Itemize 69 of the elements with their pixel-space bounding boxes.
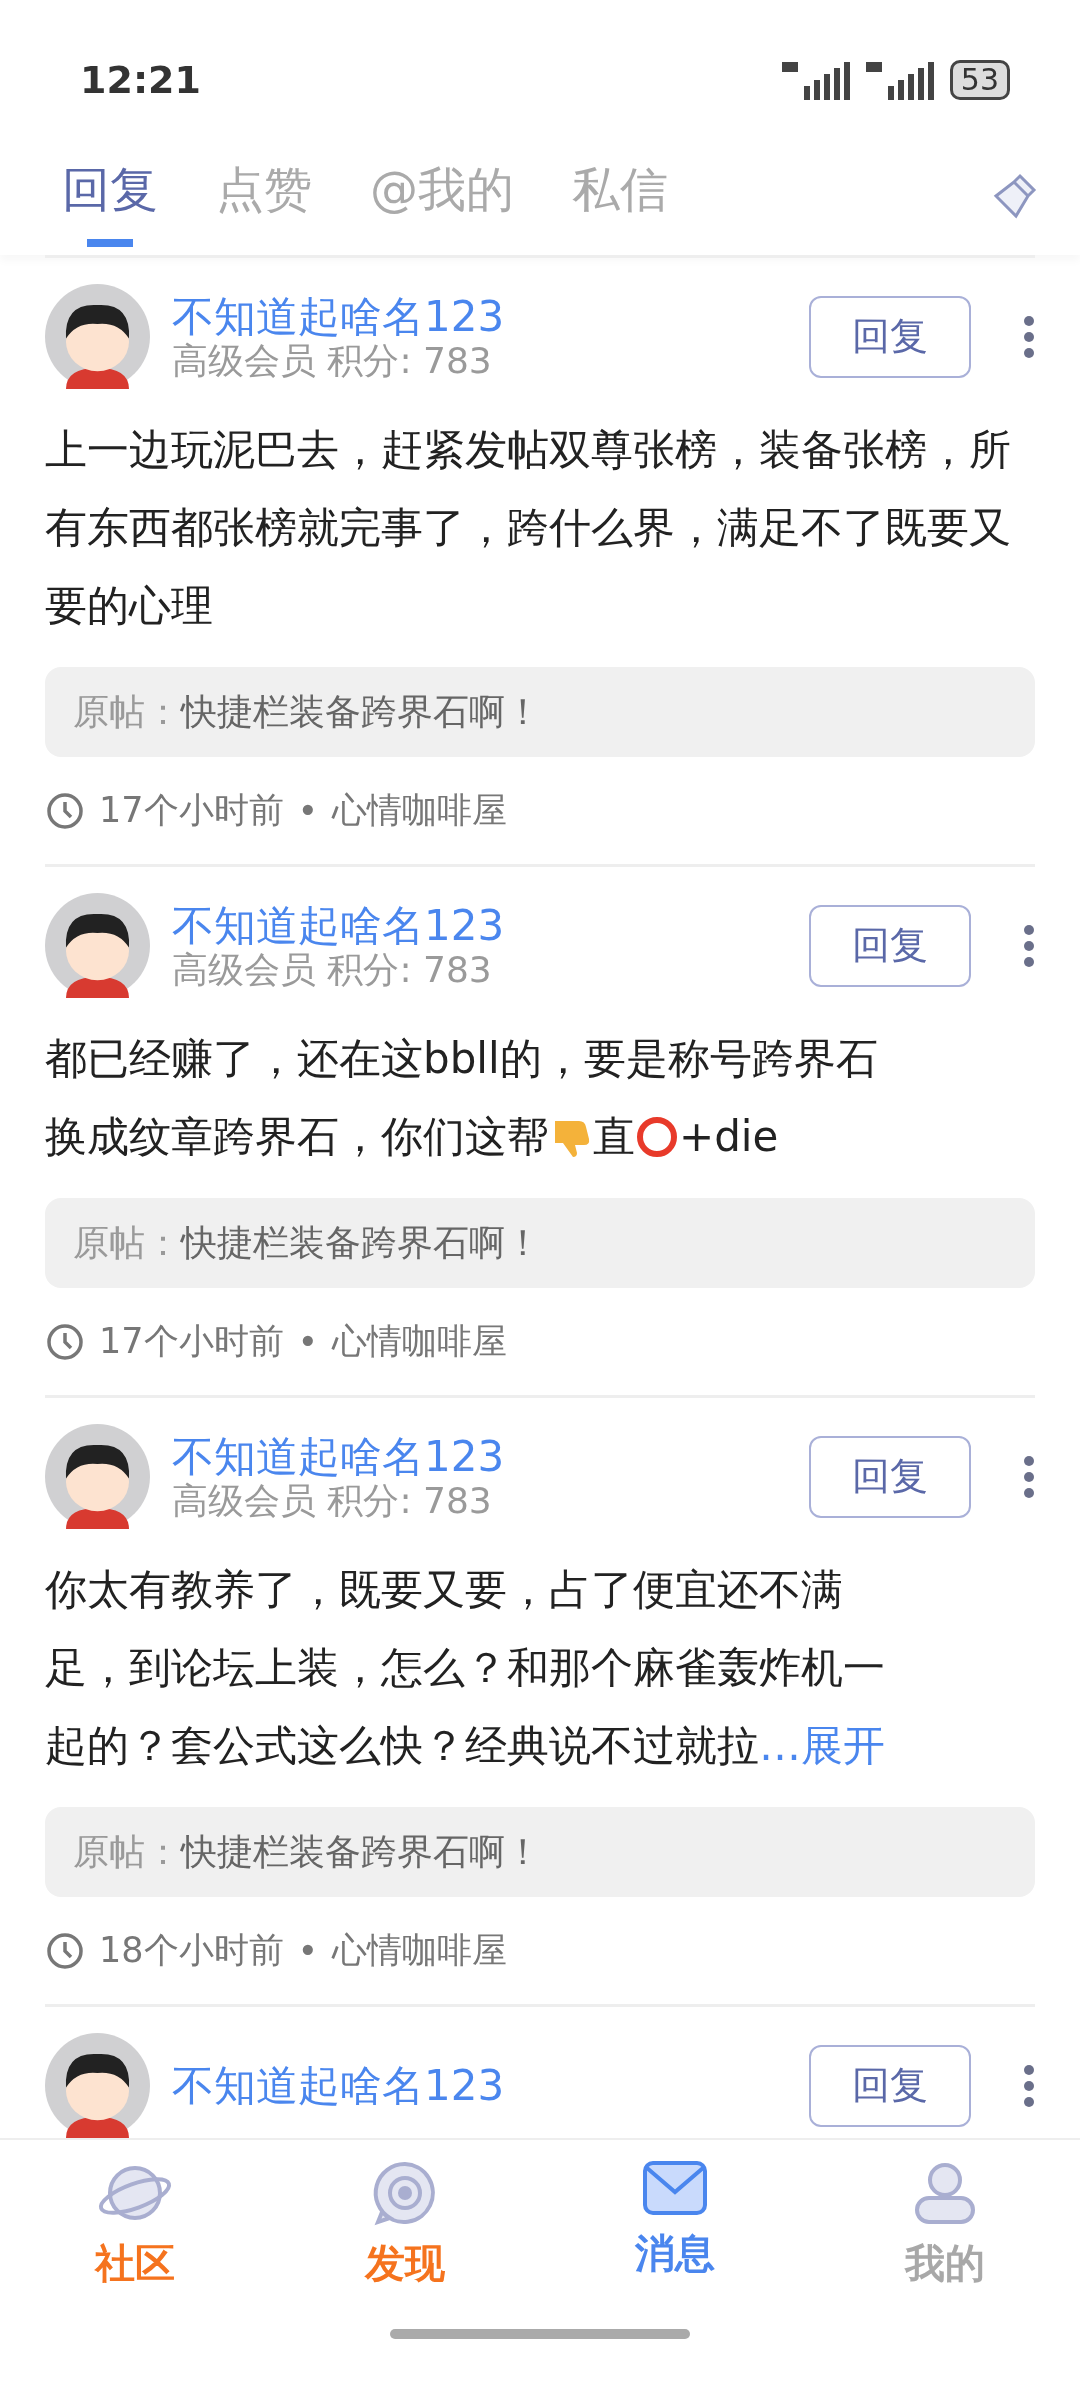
original-post-quote[interactable]: 原帖：快捷栏装备跨界石啊！ [45,667,1035,757]
clock-icon [45,1321,85,1362]
avatar-icon [45,2033,150,2138]
quote-title: 快捷栏装备跨界石啊！ [181,689,541,734]
quote-title: 快捷栏装备跨界石啊！ [181,1829,541,1874]
user-name[interactable]: 不知道起啥名123 [172,292,505,341]
user-name[interactable]: 不知道起啥名123 [172,901,505,950]
user-name[interactable]: 不知道起啥名123 [172,2061,505,2110]
status-time: 12:21 [80,58,201,102]
avatar-icon [45,893,150,998]
reply-button[interactable]: 回复 [809,1435,971,1518]
reply-button[interactable]: 回复 [809,295,971,378]
reply-button[interactable]: 回复 [809,2044,971,2127]
person-icon [912,2160,978,2226]
nav-label: 消息 [635,2229,715,2278]
clock-icon [45,1930,85,1971]
nav-item[interactable]: 社区 [35,2160,235,2291]
original-post-quote[interactable]: 原帖：快捷栏装备跨界石啊！ [45,1807,1035,1897]
nav-label: 我的 [905,2239,985,2288]
ring-icon [635,1115,679,1159]
signal-icon [865,60,936,100]
tab[interactable]: @我的 [370,150,514,247]
more-icon[interactable] [1023,314,1035,359]
tab[interactable]: 点赞 [216,150,312,247]
nav-item[interactable]: 发现 [305,2160,505,2291]
post-time: 17个小时前 [99,1320,284,1363]
post-time: 18个小时前 [99,1929,284,1972]
comment-text: 直 [593,1111,635,1163]
nav-label: 发现 [365,2239,445,2288]
comment-text: 起的？套公式这么快？经典说不过就拉 [45,1720,759,1772]
tab[interactable]: 回复 [62,150,158,247]
quote-title: 快捷栏装备跨界石啊！ [181,1220,541,1265]
quote-label: 原帖： [73,1220,181,1265]
chat-bubble-icon [372,2160,438,2226]
nav-item[interactable]: 消息 [575,2160,775,2291]
battery-level: 53 [949,60,1010,100]
nav-label: 社区 [95,2239,175,2288]
signal-icon [781,60,852,100]
quote-label: 原帖： [73,1829,181,1874]
comment-text: 上一边玩泥巴去，赶紧发帖双尊张榜，装备张榜，所有东西都张榜就完事了，跨什么界，满足不了既要又要的心理 [45,425,1011,630]
more-icon[interactable] [1023,923,1035,968]
tab[interactable]: 私信 [572,150,668,247]
nav-item[interactable]: 我的 [845,2160,1045,2291]
comment-text: 换成纹章跨界石，你们这帮 [45,1111,549,1163]
separator-dot: • [297,1930,319,1971]
expand-link[interactable]: …展开 [759,1721,885,1770]
more-icon[interactable] [1023,2063,1035,2108]
more-icon[interactable] [1023,1454,1035,1499]
user-name[interactable]: 不知道起啥名123 [172,1432,505,1481]
clock-icon [45,790,85,831]
user-meta: 高级会员 积分: 783 [172,340,492,381]
user-meta: 高级会员 积分: 783 [172,949,492,990]
comment-text: +die [679,1111,779,1163]
original-post-quote[interactable]: 原帖：快捷栏装备跨界石啊！ [45,1198,1035,1288]
separator-dot: • [297,790,319,831]
reply-button[interactable]: 回复 [809,904,971,987]
comment-text: 足，到论坛上装，怎么？和那个麻雀轰炸机一 [45,1642,885,1694]
mail-icon [642,2160,708,2216]
avatar-icon [45,284,150,389]
board-name[interactable]: 心情咖啡屋 [332,1318,508,1365]
quote-label: 原帖： [73,689,181,734]
comment-text: 你太有教养了，既要又要，占了便宜还不满 [45,1564,843,1616]
separator-dot: • [297,1321,319,1362]
post-time: 17个小时前 [99,789,284,832]
avatar-icon [45,1424,150,1529]
comment-text: 都已经赚了，还在这bbll的，要是称号跨界石 [45,1033,878,1085]
board-name[interactable]: 心情咖啡屋 [332,1927,508,1974]
board-name[interactable]: 心情咖啡屋 [332,787,508,834]
user-meta: 高级会员 积分: 783 [172,1480,492,1521]
